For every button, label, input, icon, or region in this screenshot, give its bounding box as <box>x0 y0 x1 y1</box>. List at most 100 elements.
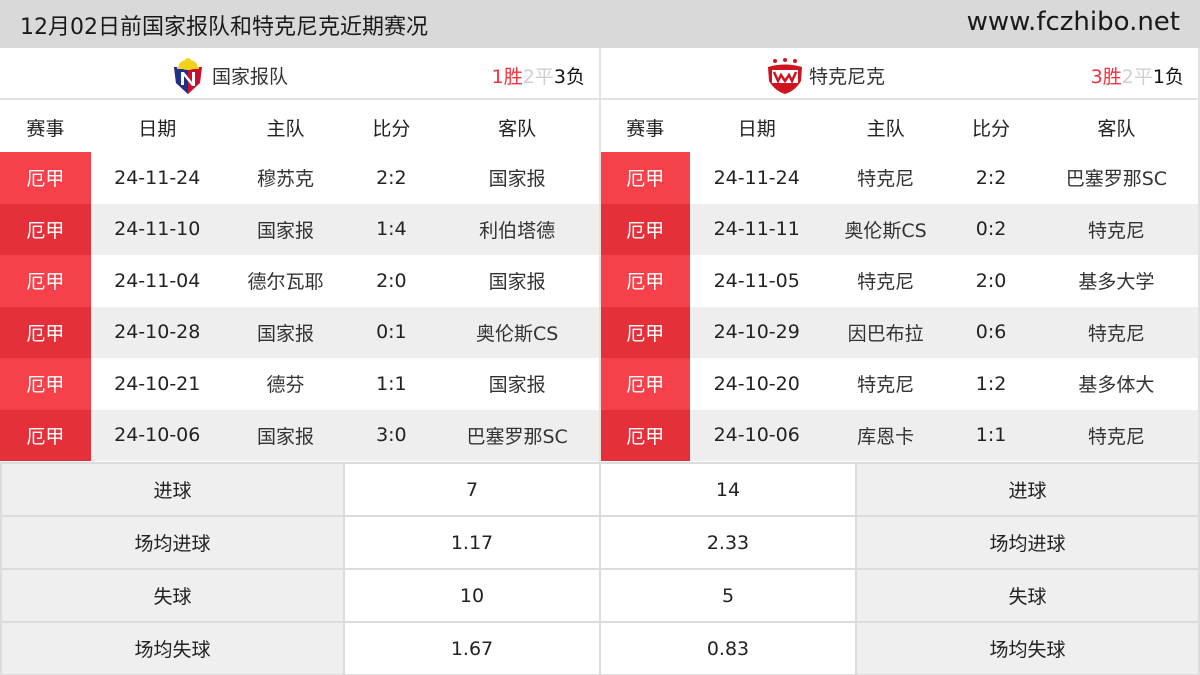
match-score[interactable]: 3:0 <box>347 424 435 446</box>
losses-count: 3 <box>553 66 566 88</box>
league-badge[interactable]: 厄甲 <box>0 255 91 307</box>
match-score[interactable]: 1:2 <box>947 373 1035 395</box>
away-team[interactable]: 国家报 <box>435 267 599 294</box>
wins-count: 1 <box>491 66 504 88</box>
away-team[interactable]: 特克尼 <box>1035 319 1198 346</box>
match-row[interactable]: 厄甲 24-11-05 特克尼 2:0 基多大学 <box>601 255 1198 307</box>
wins-count: 3 <box>1090 66 1103 88</box>
away-team[interactable]: 特克尼 <box>1035 216 1198 243</box>
stats-row: 失球 10 5 失球 <box>0 570 1200 623</box>
home-team[interactable]: 国家报 <box>224 422 348 449</box>
tecnico-universitario-crest-icon <box>768 58 802 94</box>
away-team[interactable]: 基多大学 <box>1035 267 1198 294</box>
away-team[interactable]: 巴塞罗那SC <box>435 422 599 449</box>
home-team[interactable]: 穆苏克 <box>224 164 348 191</box>
col-away: 客队 <box>1097 117 1136 140</box>
league-badge[interactable]: 厄甲 <box>601 358 690 410</box>
home-team[interactable]: 因巴布拉 <box>824 319 947 346</box>
league-badge[interactable]: 厄甲 <box>0 409 91 461</box>
draws-count: 2 <box>1121 66 1134 88</box>
match-row[interactable]: 厄甲 24-11-11 奥伦斯CS 0:2 特克尼 <box>601 203 1198 255</box>
losses-count: 1 <box>1152 66 1165 88</box>
losses-label: 负 <box>565 66 585 88</box>
match-date: 24-10-06 <box>114 424 201 447</box>
losses-label: 负 <box>1164 66 1184 88</box>
match-row[interactable]: 厄甲 24-10-06 库恩卡 1:1 特克尼 <box>601 409 1198 461</box>
match-date: 24-10-20 <box>713 372 800 395</box>
home-team[interactable]: 奥伦斯CS <box>824 216 947 243</box>
home-team[interactable]: 德尔瓦耶 <box>224 267 348 294</box>
match-score[interactable]: 0:1 <box>347 321 435 343</box>
col-league: 赛事 <box>626 117 665 140</box>
league-badge[interactable]: 厄甲 <box>0 306 91 358</box>
league-badge[interactable]: 厄甲 <box>601 152 690 204</box>
page-title: 12月02日前国家报队和特克尼克近期赛况 <box>20 15 428 40</box>
right-column-headers: 赛事 日期 主队 比分 客队 <box>601 102 1198 152</box>
home-team[interactable]: 国家报 <box>224 216 348 243</box>
col-home: 主队 <box>266 117 305 140</box>
match-row[interactable]: 厄甲 24-10-06 国家报 3:0 巴塞罗那SC <box>0 409 599 461</box>
draws-count: 2 <box>522 66 535 88</box>
match-score[interactable]: 2:2 <box>947 167 1035 189</box>
col-date: 日期 <box>138 117 177 140</box>
league-badge[interactable]: 厄甲 <box>601 409 690 461</box>
league-badge[interactable]: 厄甲 <box>601 203 690 255</box>
away-team[interactable]: 基多体大 <box>1035 370 1198 397</box>
league-badge[interactable]: 厄甲 <box>0 203 91 255</box>
match-row[interactable]: 厄甲 24-11-04 德尔瓦耶 2:0 国家报 <box>0 255 599 307</box>
title-bar: 12月02日前国家报队和特克尼克近期赛况 www.fczhibo.net <box>0 0 1200 48</box>
right-team-name[interactable]: 特克尼克 <box>809 62 885 89</box>
home-team[interactable]: 国家报 <box>224 319 348 346</box>
match-score[interactable]: 1:1 <box>947 424 1035 446</box>
away-team[interactable]: 利伯塔德 <box>435 216 599 243</box>
stats-comparison-table: 进球 7 14 进球 场均进球 1.17 2.33 场均进球 失球 10 5 失… <box>0 462 1200 675</box>
league-badge[interactable]: 厄甲 <box>601 306 690 358</box>
home-team[interactable]: 特克尼 <box>824 267 947 294</box>
stat-label-left: 进球 <box>0 464 343 515</box>
stat-value-right: 0.83 <box>599 623 855 674</box>
stats-row: 场均失球 1.67 0.83 场均失球 <box>0 623 1200 675</box>
match-row[interactable]: 厄甲 24-11-24 特克尼 2:2 巴塞罗那SC <box>601 152 1198 204</box>
match-date: 24-11-24 <box>114 166 201 189</box>
match-row[interactable]: 厄甲 24-10-21 德芬 1:1 国家报 <box>0 358 599 410</box>
league-badge[interactable]: 厄甲 <box>0 358 91 410</box>
stat-label-left: 场均失球 <box>0 623 343 674</box>
stats-row: 场均进球 1.17 2.33 场均进球 <box>0 517 1200 570</box>
match-row[interactable]: 厄甲 24-11-24 穆苏克 2:2 国家报 <box>0 152 599 204</box>
match-score[interactable]: 2:2 <box>347 167 435 189</box>
away-team[interactable]: 国家报 <box>435 370 599 397</box>
match-score[interactable]: 1:4 <box>347 218 435 240</box>
left-team-name[interactable]: 国家报队 <box>212 62 288 89</box>
col-home: 主队 <box>866 117 905 140</box>
home-team[interactable]: 特克尼 <box>824 370 947 397</box>
home-team[interactable]: 德芬 <box>224 370 348 397</box>
left-match-list: 厄甲 24-11-24 穆苏克 2:2 国家报 厄甲 24-11-10 国家报 … <box>0 152 599 461</box>
left-team-panel: 国家报队 1胜2平3负 赛事 日期 主队 比分 客队 厄甲 24-11-24 穆… <box>0 48 600 462</box>
away-team[interactable]: 国家报 <box>435 164 599 191</box>
league-badge[interactable]: 厄甲 <box>601 255 690 307</box>
away-team[interactable]: 奥伦斯CS <box>435 319 599 346</box>
away-team[interactable]: 特克尼 <box>1035 422 1198 449</box>
draws-label: 平 <box>534 66 554 88</box>
home-team[interactable]: 库恩卡 <box>824 422 947 449</box>
match-score[interactable]: 1:1 <box>347 373 435 395</box>
league-badge[interactable]: 厄甲 <box>0 152 91 204</box>
match-row[interactable]: 厄甲 24-10-20 特克尼 1:2 基多体大 <box>601 358 1198 410</box>
match-row[interactable]: 厄甲 24-11-10 国家报 1:4 利伯塔德 <box>0 203 599 255</box>
stat-value-left: 7 <box>343 464 599 515</box>
col-away: 客队 <box>498 117 537 140</box>
match-score[interactable]: 0:2 <box>947 218 1035 240</box>
stat-value-left: 10 <box>343 570 599 621</box>
match-row[interactable]: 厄甲 24-10-29 因巴布拉 0:6 特克尼 <box>601 306 1198 358</box>
match-score[interactable]: 2:0 <box>947 270 1035 292</box>
away-team[interactable]: 巴塞罗那SC <box>1035 164 1198 191</box>
site-url[interactable]: www.fczhibo.net <box>967 7 1180 37</box>
home-team[interactable]: 特克尼 <box>824 164 947 191</box>
stat-label-left: 失球 <box>0 570 343 621</box>
match-date: 24-11-24 <box>713 166 800 189</box>
match-score[interactable]: 0:6 <box>947 321 1035 343</box>
stat-value-right: 14 <box>599 464 855 515</box>
col-date: 日期 <box>737 117 776 140</box>
match-score[interactable]: 2:0 <box>347 270 435 292</box>
match-row[interactable]: 厄甲 24-10-28 国家报 0:1 奥伦斯CS <box>0 306 599 358</box>
